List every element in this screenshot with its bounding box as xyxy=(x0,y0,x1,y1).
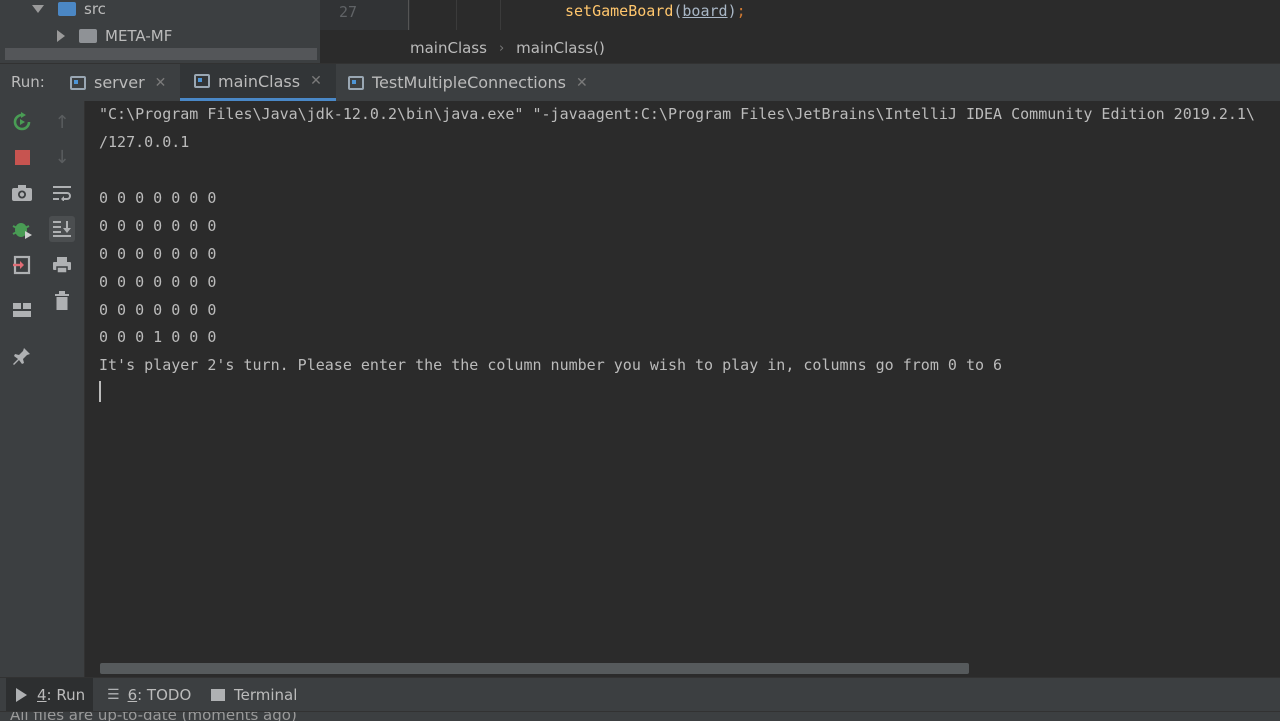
close-icon[interactable]: ✕ xyxy=(310,73,322,89)
tab-server[interactable]: server ✕ xyxy=(70,64,166,101)
run-config-icon xyxy=(348,75,364,90)
tool-tab-todo[interactable]: ☰ 6: TODO xyxy=(107,678,191,712)
stop-icon[interactable] xyxy=(9,144,35,170)
tab-label: mainClass xyxy=(218,71,301,91)
tree-scrollbar[interactable] xyxy=(5,48,317,60)
close-icon[interactable]: ✕ xyxy=(155,75,167,91)
indent-guide xyxy=(456,0,457,30)
code-line[interactable]: setGameBoard(board); xyxy=(565,2,746,20)
board-row: 0 0 0 0 0 0 0 xyxy=(99,217,217,235)
prompt-line: It's player 2's turn. Please enter the t… xyxy=(99,356,1003,374)
chevron-right-icon[interactable] xyxy=(57,30,65,42)
tool-tab-label: : Run xyxy=(46,686,86,704)
list-icon: ☰ xyxy=(107,687,120,703)
folder-icon xyxy=(79,29,97,43)
run-toolwindow-header: Run: server ✕ mainClass ✕ TestMultipleCo… xyxy=(0,63,1280,102)
chevron-right-icon: › xyxy=(498,40,505,56)
tool-tab-terminal[interactable]: Terminal xyxy=(211,678,297,712)
tab-label: server xyxy=(94,73,145,92)
indent-guide xyxy=(500,0,501,30)
method-argument: board xyxy=(682,2,728,20)
terminal-icon xyxy=(211,689,225,701)
play-icon xyxy=(16,688,27,702)
console-output[interactable]: "C:\Program Files\Java\jdk-12.0.2\bin\ja… xyxy=(85,101,1280,663)
semicolon: ; xyxy=(736,2,746,20)
layout-icon[interactable] xyxy=(9,297,35,323)
folder-icon xyxy=(58,2,76,16)
print-icon[interactable] xyxy=(49,252,75,278)
camera-icon[interactable] xyxy=(9,180,35,206)
run-toolbar xyxy=(0,101,44,677)
tree-item-label: src xyxy=(84,0,106,18)
console-line: /127.0.0.1 xyxy=(99,133,190,151)
chevron-down-icon[interactable] xyxy=(32,5,44,13)
tree-item-src[interactable]: src xyxy=(32,0,106,21)
tool-tab-number: 4 xyxy=(37,686,47,704)
tree-item-meta-mf[interactable]: META-MF xyxy=(57,24,172,48)
close-icon[interactable]: ✕ xyxy=(576,75,588,91)
pin-icon[interactable] xyxy=(9,343,35,369)
debug-bug-icon[interactable] xyxy=(9,216,35,242)
tool-tab-run[interactable]: 4: Run xyxy=(6,678,94,712)
board-row: 0 0 0 0 0 0 0 xyxy=(99,189,217,207)
run-config-icon xyxy=(70,75,86,90)
board-row: 0 0 0 0 0 0 0 xyxy=(99,245,217,263)
board-row: 0 0 0 0 0 0 0 xyxy=(99,301,217,319)
exit-icon[interactable] xyxy=(9,252,35,278)
method-call: setGameBoard xyxy=(565,2,674,20)
gutter-divider xyxy=(408,0,409,30)
tab-testmultipleconnections[interactable]: TestMultipleConnections ✕ xyxy=(348,64,588,101)
trash-icon[interactable] xyxy=(49,288,75,314)
tool-tab-label: Terminal xyxy=(234,686,298,704)
rerun-icon[interactable] xyxy=(9,109,35,135)
arrow-up-icon[interactable]: ↑ xyxy=(49,109,75,135)
tool-tab-label: : TODO xyxy=(137,686,192,704)
console-command-line: "C:\Program Files\Java\jdk-12.0.2\bin\ja… xyxy=(99,105,1255,123)
project-tree: src META-MF xyxy=(0,0,320,63)
tab-mainclass[interactable]: mainClass ✕ xyxy=(180,64,336,101)
line-number: 27 xyxy=(339,3,358,21)
tool-tab-number: 6 xyxy=(127,686,138,704)
run-config-icon xyxy=(194,74,210,88)
breadcrumb-method[interactable]: mainClass() xyxy=(516,39,605,57)
console-toolbar: ↑ ↓ xyxy=(44,101,85,677)
board-row: 0 0 0 1 0 0 0 xyxy=(99,328,217,346)
scroll-to-end-icon[interactable] xyxy=(49,216,75,242)
run-label: Run: xyxy=(11,73,45,91)
tab-label: TestMultipleConnections xyxy=(372,73,566,92)
board-row: 0 0 0 0 0 0 0 xyxy=(99,273,217,291)
arrow-down-icon[interactable]: ↓ xyxy=(49,144,75,170)
input-caret[interactable] xyxy=(99,381,101,402)
tool-window-bar: 4: Run ☰ 6: TODO Terminal xyxy=(0,677,1280,712)
breadcrumb: mainClass › mainClass() xyxy=(410,34,605,62)
breadcrumb-class[interactable]: mainClass xyxy=(410,39,487,57)
line-gutter: 27 xyxy=(320,0,410,30)
tree-item-label: META-MF xyxy=(105,27,173,45)
top-area: src META-MF 27 setGameBoard(board); main… xyxy=(0,0,1280,63)
paren-close: ) xyxy=(727,2,737,20)
horizontal-scrollbar[interactable] xyxy=(100,663,969,674)
soft-wrap-icon[interactable] xyxy=(49,180,75,206)
